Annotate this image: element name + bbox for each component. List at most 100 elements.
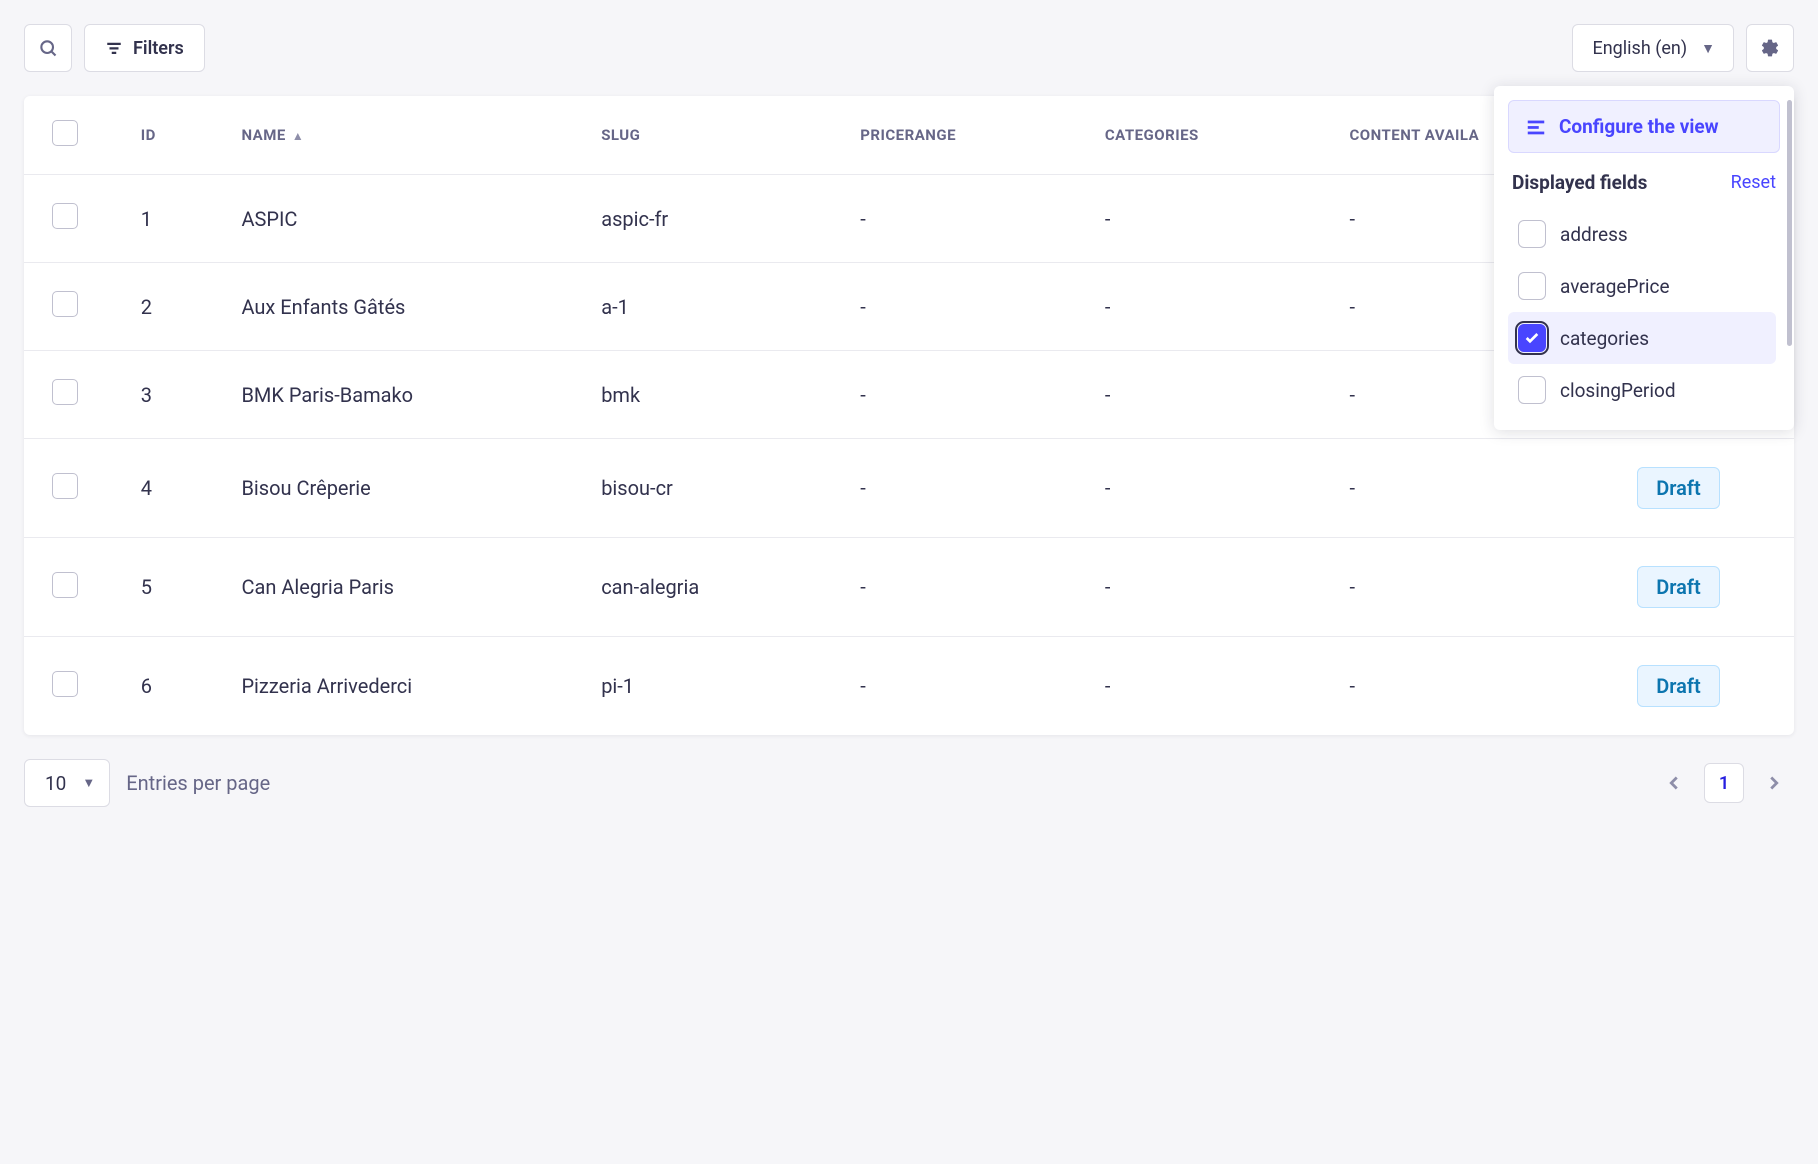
search-icon [38, 38, 58, 58]
table-row[interactable]: 4 Bisou Crêperie bisou-cr - - - Draft [24, 439, 1794, 538]
cell-pricerange: - [844, 351, 1089, 439]
cell-content: - [1333, 538, 1621, 637]
row-checkbox[interactable] [52, 291, 78, 317]
header-id[interactable]: ID [125, 96, 226, 175]
cell-name: ASPIC [225, 175, 585, 263]
row-checkbox[interactable] [52, 203, 78, 229]
layout-icon [1525, 116, 1547, 138]
filters-label: Filters [133, 38, 184, 59]
field-option-categories[interactable]: categories [1508, 312, 1776, 364]
field-option-address[interactable]: address [1508, 208, 1776, 260]
cell-slug: bmk [585, 351, 844, 439]
cell-name: Bisou Crêperie [225, 439, 585, 538]
language-select[interactable]: English (en) ▼ [1572, 24, 1734, 72]
header-name[interactable]: NAME▲ [225, 96, 585, 175]
settings-button[interactable] [1746, 24, 1794, 72]
cell-slug: pi-1 [585, 637, 844, 736]
field-label: closingPeriod [1560, 379, 1676, 402]
cell-slug: a-1 [585, 263, 844, 351]
page-size-select[interactable]: 10 ▼ [24, 759, 110, 807]
toolbar-right: English (en) ▼ [1572, 24, 1794, 72]
displayed-fields-title: Displayed fields [1512, 171, 1647, 194]
field-option-closingPeriod[interactable]: closingPeriod [1508, 364, 1776, 416]
cell-pricerange: - [844, 263, 1089, 351]
header-categories[interactable]: CATEGORIES [1089, 96, 1334, 175]
popover-header: Displayed fields Reset [1508, 171, 1780, 194]
view-settings-popover: Configure the view Displayed fields Rese… [1494, 86, 1794, 430]
cell-state: Draft [1621, 439, 1794, 538]
status-badge: Draft [1637, 665, 1719, 707]
sort-asc-icon: ▲ [292, 129, 304, 143]
field-checkbox[interactable] [1518, 324, 1546, 352]
field-list: address averagePrice categories closingP… [1508, 208, 1780, 416]
cell-categories: - [1089, 538, 1334, 637]
cell-pricerange: - [844, 538, 1089, 637]
cell-id: 5 [125, 538, 226, 637]
current-page[interactable]: 1 [1704, 763, 1744, 803]
popover-scrollbar[interactable] [1787, 100, 1792, 416]
data-table-card: ID NAME▲ SLUG PRICERANGE CATEGORIES CONT… [24, 96, 1794, 735]
search-button[interactable] [24, 24, 72, 72]
cell-id: 3 [125, 351, 226, 439]
field-checkbox[interactable] [1518, 220, 1546, 248]
field-checkbox[interactable] [1518, 376, 1546, 404]
cell-pricerange: - [844, 175, 1089, 263]
row-checkbox[interactable] [52, 473, 78, 499]
table-row[interactable]: 6 Pizzeria Arrivederci pi-1 - - - Draft [24, 637, 1794, 736]
field-label: averagePrice [1560, 275, 1670, 298]
cell-state: Draft [1621, 538, 1794, 637]
filter-icon [105, 39, 123, 57]
toolbar-left: Filters [24, 24, 205, 72]
cell-name: BMK Paris-Bamako [225, 351, 585, 439]
chevron-down-icon: ▼ [1701, 40, 1715, 57]
cell-name: Can Alegria Paris [225, 538, 585, 637]
table-row[interactable]: 5 Can Alegria Paris can-alegria - - - Dr… [24, 538, 1794, 637]
cell-pricerange: - [844, 637, 1089, 736]
cell-slug: can-alegria [585, 538, 844, 637]
chevron-left-icon [1663, 772, 1685, 794]
cell-pricerange: - [844, 439, 1089, 538]
cell-slug: bisou-cr [585, 439, 844, 538]
cell-name: Pizzeria Arrivederci [225, 637, 585, 736]
entries-per-page-label: Entries per page [126, 771, 270, 795]
cell-content: - [1333, 637, 1621, 736]
row-checkbox[interactable] [52, 379, 78, 405]
cell-id: 4 [125, 439, 226, 538]
cell-id: 6 [125, 637, 226, 736]
field-option-averagePrice[interactable]: averagePrice [1508, 260, 1776, 312]
header-pricerange[interactable]: PRICERANGE [844, 96, 1089, 175]
field-label: address [1560, 223, 1628, 246]
filters-button[interactable]: Filters [84, 24, 205, 72]
chevron-down-icon: ▼ [82, 775, 95, 791]
language-value: English (en) [1593, 38, 1688, 59]
cell-categories: - [1089, 637, 1334, 736]
configure-view-button[interactable]: Configure the view [1508, 100, 1780, 153]
field-label: categories [1560, 327, 1649, 350]
gear-icon [1760, 38, 1780, 58]
row-checkbox[interactable] [52, 671, 78, 697]
cell-content: - [1333, 439, 1621, 538]
cell-categories: - [1089, 263, 1334, 351]
select-all-checkbox[interactable] [52, 120, 78, 146]
prev-page-button[interactable] [1654, 763, 1694, 803]
pagination: 1 [1654, 763, 1794, 803]
cell-id: 1 [125, 175, 226, 263]
header-slug[interactable]: SLUG [585, 96, 844, 175]
cell-name: Aux Enfants Gâtés [225, 263, 585, 351]
row-checkbox[interactable] [52, 572, 78, 598]
status-badge: Draft [1637, 467, 1719, 509]
page-size-value: 10 [45, 772, 66, 795]
configure-view-label: Configure the view [1559, 115, 1719, 138]
cell-categories: - [1089, 175, 1334, 263]
chevron-right-icon [1763, 772, 1785, 794]
table-footer: 10 ▼ Entries per page 1 [24, 759, 1794, 807]
cell-id: 2 [125, 263, 226, 351]
cell-state: Draft [1621, 637, 1794, 736]
field-checkbox[interactable] [1518, 272, 1546, 300]
reset-button[interactable]: Reset [1731, 172, 1776, 193]
cell-slug: aspic-fr [585, 175, 844, 263]
status-badge: Draft [1637, 566, 1719, 608]
cell-categories: - [1089, 351, 1334, 439]
toolbar: Filters English (en) ▼ [24, 24, 1794, 72]
next-page-button[interactable] [1754, 763, 1794, 803]
